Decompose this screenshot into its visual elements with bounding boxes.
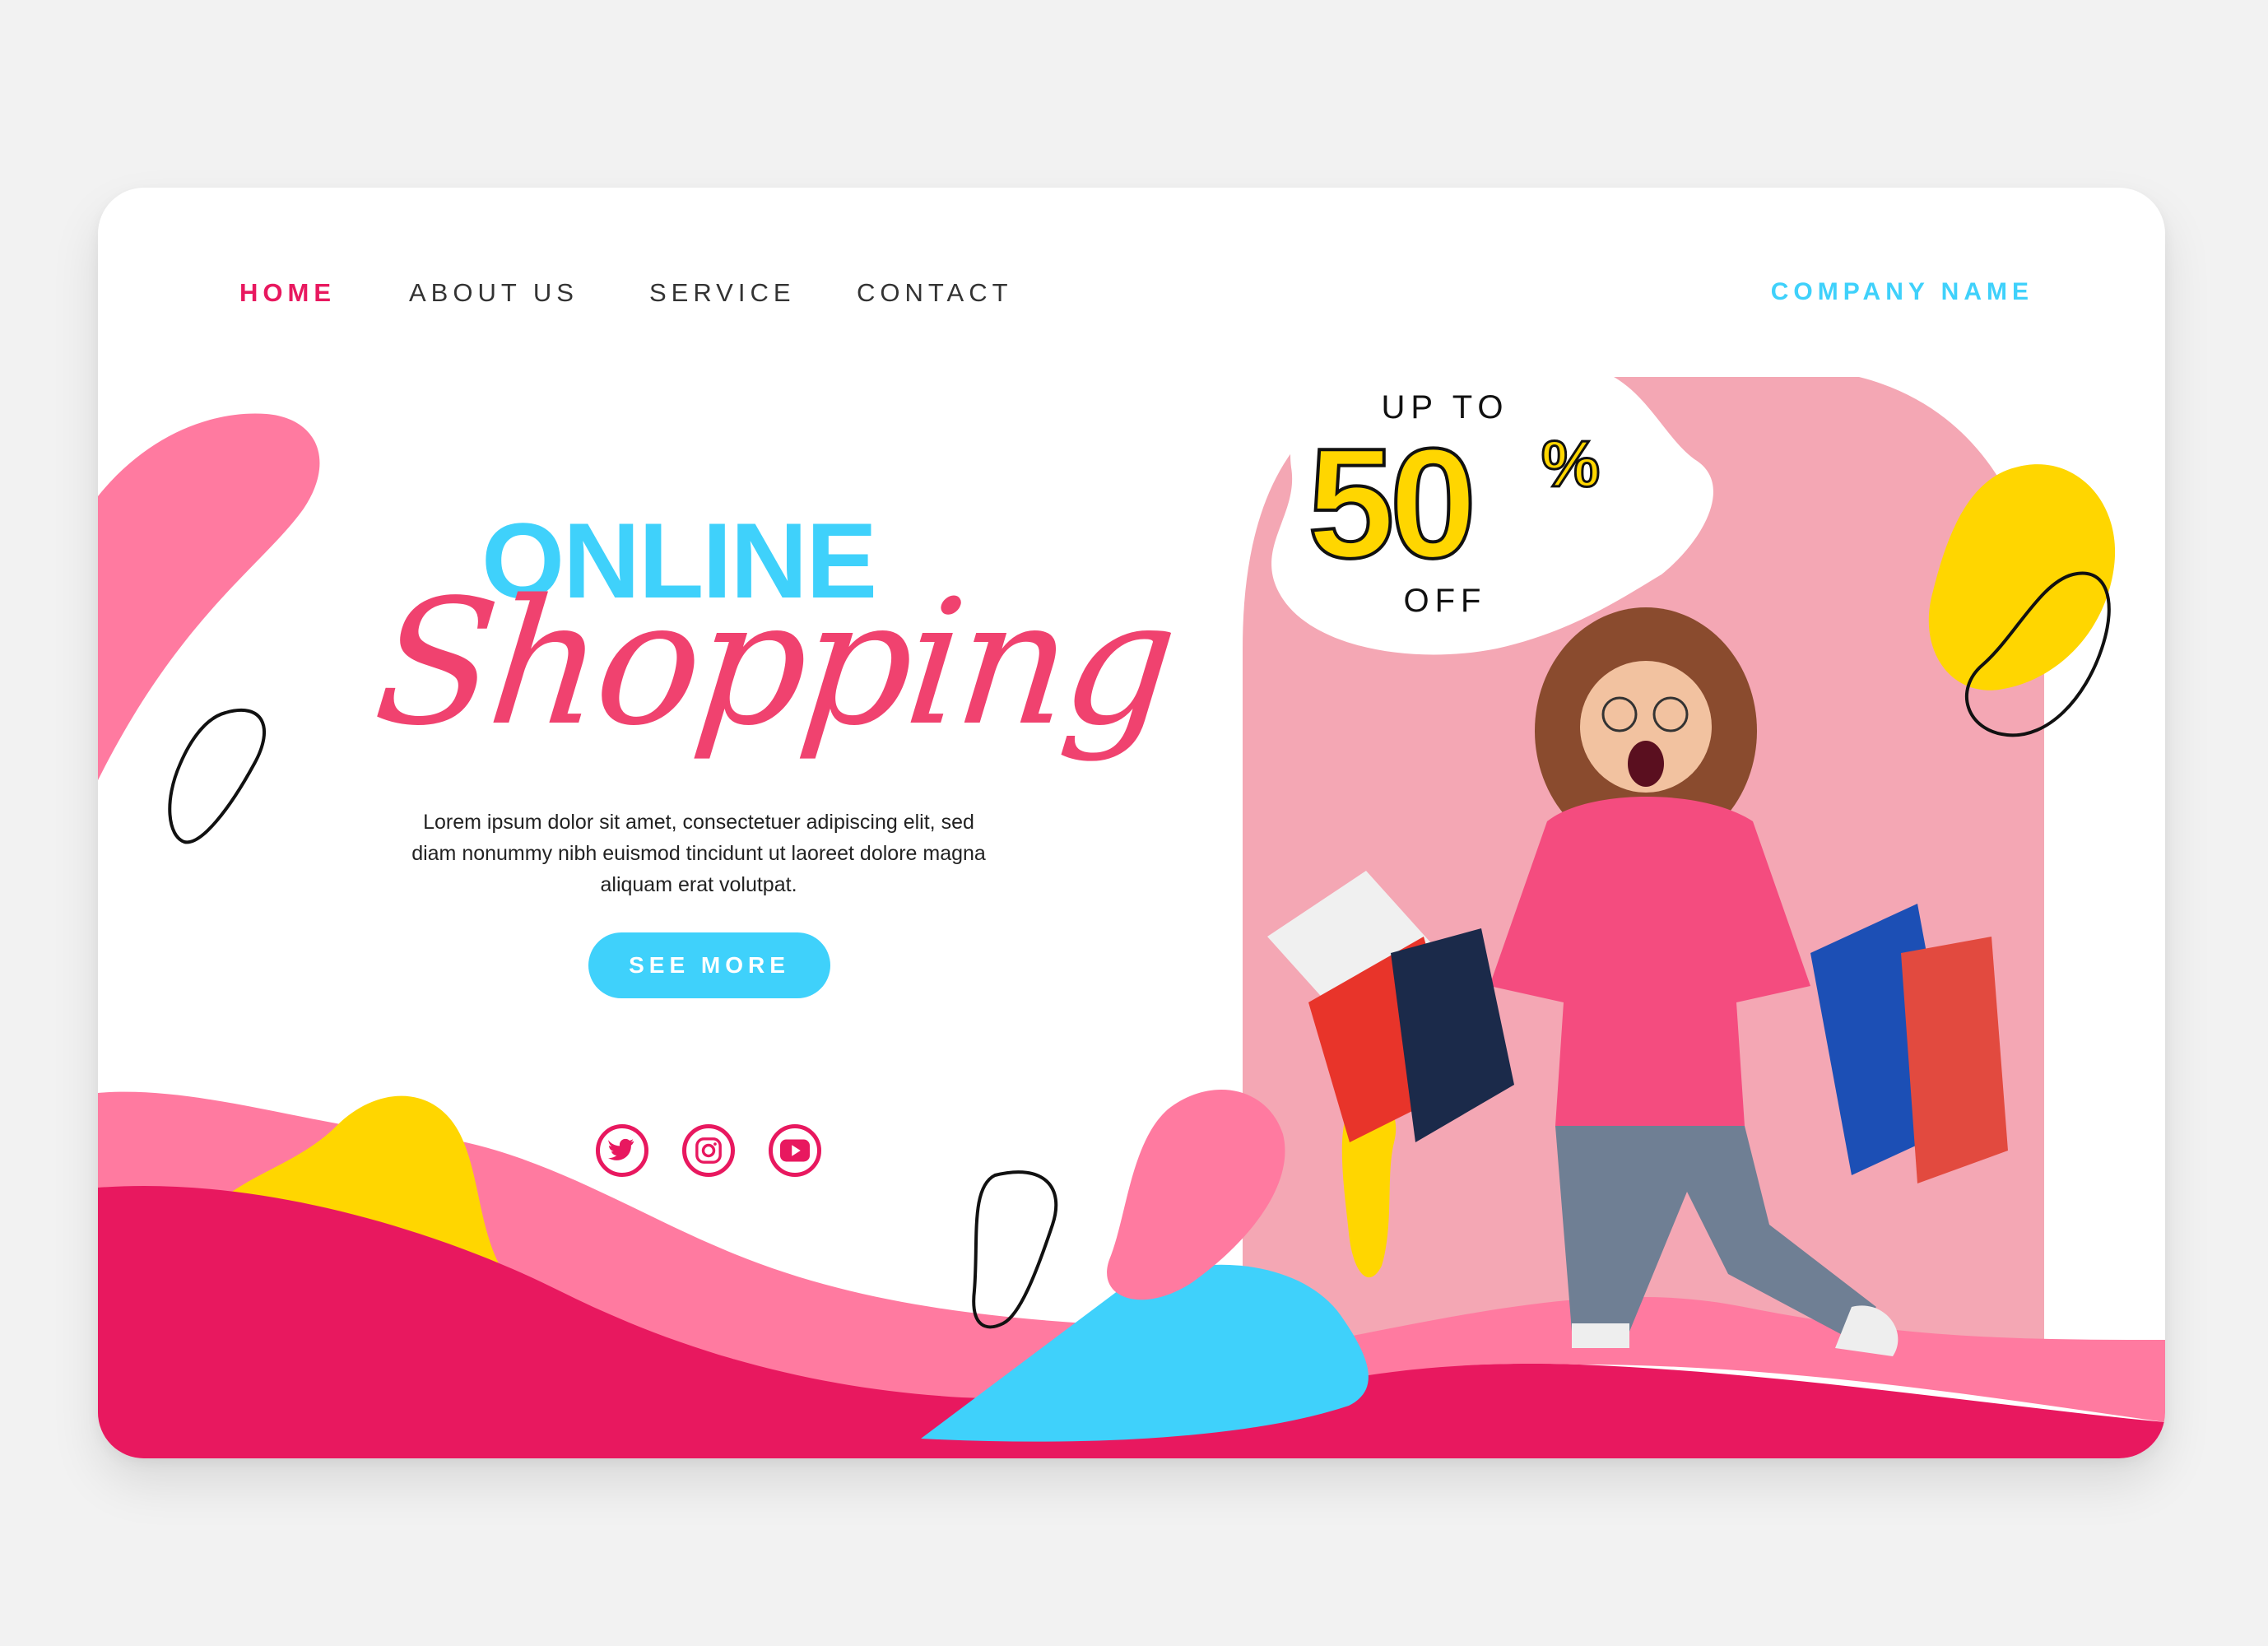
nav-contact[interactable]: CONTACT [857, 278, 1013, 308]
promo-percent-sign: % [1540, 426, 1601, 502]
nav-service[interactable]: SERVICE [649, 278, 796, 308]
promo-off: OFF [1403, 583, 1487, 619]
company-name[interactable]: COMPANY NAME [1771, 278, 2033, 306]
promo-amount: 50 [1306, 415, 1478, 593]
see-more-button[interactable]: SEE MORE [588, 932, 830, 998]
landing-card: HOME ABOUT US SERVICE CONTACT COMPANY NA… [98, 188, 2165, 1458]
hero-title-shopping: Shopping [367, 562, 1182, 764]
youtube-icon[interactable] [769, 1124, 821, 1177]
twitter-icon[interactable] [596, 1124, 648, 1177]
nav-about-us[interactable]: ABOUT US [409, 278, 579, 308]
hero-description: Lorem ipsum dolor sit amet, consectetuer… [411, 811, 986, 896]
instagram-icon[interactable] [682, 1124, 735, 1177]
nav-home[interactable]: HOME [239, 278, 336, 308]
